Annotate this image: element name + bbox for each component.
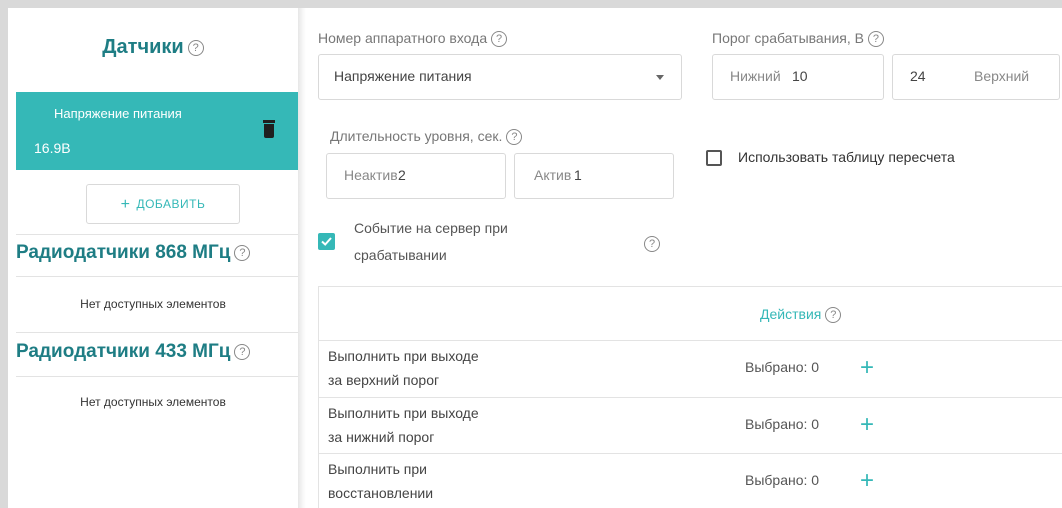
sensor-value: 16.9В: [34, 140, 71, 156]
sidebar-shadow: [298, 8, 306, 508]
action-row-label: Выполнить при восстановлении: [328, 457, 558, 505]
table-border: [318, 453, 1062, 454]
action-row-label: Выполнить при выходе за нижний порог: [328, 401, 558, 449]
help-icon[interactable]: ?: [644, 236, 660, 252]
action-row-count: Выбрано: 0: [745, 416, 820, 432]
hw-input-label-text: Номер аппаратного входа: [318, 30, 488, 46]
action-row-count: Выбрано: 0: [745, 359, 820, 375]
add-sensor-button[interactable]: + ДОБАВИТЬ: [86, 184, 240, 224]
recalc-table-checkbox[interactable]: [706, 150, 722, 166]
table-border: [318, 340, 1062, 341]
threshold-label: Порог срабатывания, В?: [712, 30, 884, 48]
threshold-upper-value: 24: [910, 68, 926, 84]
threshold-lower-value: 10: [792, 68, 808, 84]
actions-header: Действия?: [760, 306, 842, 324]
radio868-empty: Нет доступных элементов: [80, 297, 226, 311]
trash-icon[interactable]: [263, 120, 275, 138]
plus-icon: +: [860, 354, 875, 381]
sidebar: Датчики? Напряжение питания 16.9В + ДОБАВ…: [8, 8, 298, 508]
radio433-empty: Нет доступных элементов: [80, 395, 226, 409]
divider: [16, 276, 298, 277]
help-icon[interactable]: ?: [825, 307, 842, 324]
radio433-title-label: Радиодатчики 433 МГц: [16, 341, 231, 362]
add-sensor-label: ДОБАВИТЬ: [136, 197, 206, 211]
duration-label-text: Длительность уровня, сек.: [330, 128, 503, 144]
table-border: [318, 397, 1062, 398]
hw-input-label: Номер аппаратного входа?: [318, 30, 508, 48]
action-row-label-line1: Выполнить при: [328, 461, 427, 477]
action-row-label-line2: за нижний порог: [328, 429, 435, 445]
action-row-label: Выполнить при выходе за верхний порог: [328, 344, 558, 392]
sensors-title: Датчики?: [8, 36, 298, 59]
plus-icon: +: [860, 411, 875, 438]
help-icon[interactable]: ?: [491, 31, 508, 48]
action-row-label-line2: за верхний порог: [328, 372, 440, 388]
duration-inactive-hint: Неактив: [344, 167, 398, 183]
threshold-label-text: Порог срабатывания, В: [712, 30, 864, 46]
server-event-label-line1: Событие на сервер при: [354, 220, 508, 236]
help-icon[interactable]: ?: [234, 343, 251, 360]
window-frame-left: [0, 0, 8, 508]
action-row-label-line1: Выполнить при выходе: [328, 348, 479, 364]
table-border: [318, 286, 1062, 287]
add-action-button[interactable]: +: [860, 469, 874, 493]
add-action-button[interactable]: +: [860, 356, 874, 380]
sensor-name: Напряжение питания: [54, 106, 182, 121]
window-frame-top: [0, 0, 1062, 8]
action-row-count: Выбрано: 0: [745, 472, 820, 488]
threshold-lower-hint: Нижний: [730, 68, 781, 84]
help-icon[interactable]: ?: [187, 39, 204, 56]
add-action-button[interactable]: +: [860, 413, 874, 437]
duration-inactive-value: 2: [398, 167, 406, 183]
hw-input-value: Напряжение питания: [334, 68, 472, 84]
action-row-label-line2: восстановлении: [328, 485, 434, 501]
divider: [16, 332, 298, 333]
threshold-upper-hint: Верхний: [974, 68, 1030, 84]
action-row-label-line1: Выполнить при выходе: [328, 405, 479, 421]
plus-icon: +: [120, 196, 131, 213]
checkbox-icon: [321, 237, 332, 246]
recalc-table-label: Использовать таблицу пересчета: [738, 149, 955, 165]
duration-active-value: 1: [574, 167, 582, 183]
divider: [16, 376, 298, 377]
help-icon[interactable]: ?: [867, 31, 884, 48]
divider: [16, 234, 298, 235]
chevron-down-icon[interactable]: [656, 75, 664, 80]
server-event-checkbox[interactable]: [318, 233, 335, 250]
duration-label: Длительность уровня, сек.?: [330, 128, 523, 146]
sensor-item-power-voltage[interactable]: Напряжение питания 16.9В: [16, 92, 298, 170]
actions-header-label: Действия: [760, 306, 822, 322]
radio868-title: Радиодатчики 868 МГц?: [16, 242, 251, 264]
duration-active-hint: Актив: [534, 167, 572, 183]
sensors-title-label: Датчики: [102, 36, 184, 58]
server-event-label-line2: срабатывании: [354, 247, 447, 263]
help-icon[interactable]: ?: [506, 129, 523, 146]
help-icon[interactable]: ?: [234, 244, 251, 261]
radio868-title-label: Радиодатчики 868 МГц: [16, 242, 231, 263]
radio433-title: Радиодатчики 433 МГц?: [16, 341, 251, 363]
plus-icon: +: [860, 467, 875, 494]
